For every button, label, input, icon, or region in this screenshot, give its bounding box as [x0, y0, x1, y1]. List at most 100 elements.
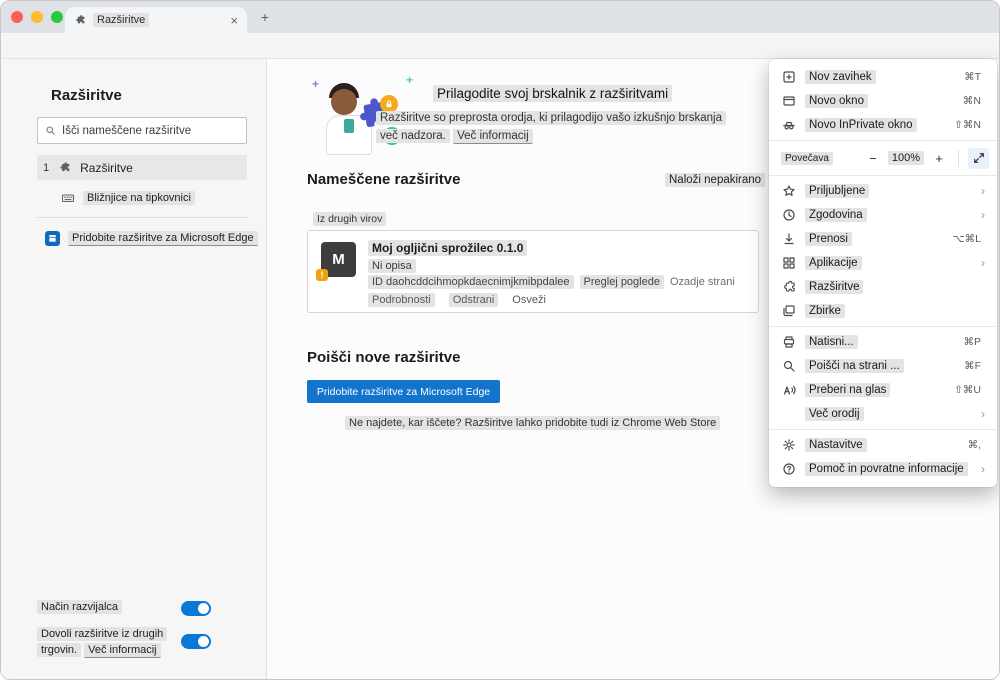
- puzzle-icon: [58, 161, 71, 174]
- reload-extension-button[interactable]: Osveži: [512, 294, 546, 306]
- print-icon: [781, 335, 796, 350]
- menu-item-favorites[interactable]: Priljubljene ›: [769, 179, 997, 203]
- menu-item-help-feedback[interactable]: Pomoč in povratne informacije ›: [769, 457, 997, 481]
- menu-item-print[interactable]: Natisni... ⌘P: [769, 330, 997, 354]
- read-aloud-icon: [781, 383, 796, 398]
- find-extensions-heading: Poišči nove razširitve: [307, 349, 461, 366]
- menu-item-history[interactable]: Zgodovina ›: [769, 203, 997, 227]
- tab-strip: Razširitve × +: [1, 1, 999, 33]
- minimize-window-button[interactable]: [31, 11, 43, 23]
- menu-item-downloads[interactable]: Prenosi ⌥⌘L: [769, 227, 997, 251]
- menu-divider: [769, 140, 997, 141]
- apps-grid-icon: [781, 256, 796, 271]
- allow-other-stores-toggle[interactable]: [181, 634, 211, 649]
- find-magnifier-icon: [781, 359, 796, 374]
- tab-close-icon[interactable]: ×: [230, 14, 238, 27]
- sidebar-divider: [37, 217, 247, 218]
- sidebar-get-extensions-link[interactable]: Pridobite razširitve za Microsoft Edge: [37, 225, 263, 251]
- sidebar-item-extensions[interactable]: 1 Razširitve: [37, 155, 247, 180]
- zoom-divider: [958, 149, 959, 167]
- allow-other-stores-label-line2: trgovin. Več informacij: [37, 643, 161, 658]
- developer-mode-toggle[interactable]: [181, 601, 211, 616]
- more-tools-spacer: [781, 407, 796, 422]
- close-window-button[interactable]: [11, 11, 23, 23]
- store-bag-icon: [45, 230, 60, 246]
- sidebar-title: Razširitve: [51, 87, 122, 104]
- installed-extensions-heading: Nameščene razširitve: [307, 171, 461, 188]
- extensions-count: 1: [43, 161, 50, 174]
- extension-actions: Podrobnosti Odstrani Osveži: [368, 293, 546, 307]
- new-tab-button[interactable]: +: [256, 9, 274, 27]
- get-extensions-label: Pridobite razširitve za Microsoft Edge: [68, 230, 258, 246]
- extension-description: Ni opisa: [368, 259, 416, 273]
- menu-item-new-inprivate-window[interactable]: Novo InPrivate okno ⇧⌘N: [769, 113, 997, 137]
- maximize-window-button[interactable]: [51, 11, 63, 23]
- extension-name: Moj ogljični sprožilec 0.1.0: [368, 240, 528, 256]
- hero-description-line1: Razširitve so preprosta orodja, ki prila…: [376, 111, 726, 125]
- search-input[interactable]: [62, 124, 239, 137]
- menu-divider: [769, 326, 997, 327]
- get-extensions-button[interactable]: Pridobite razširitve za Microsoft Edge: [307, 380, 500, 403]
- menu-item-new-window[interactable]: Novo okno ⌘N: [769, 89, 997, 113]
- favorites-star-icon: [781, 184, 796, 199]
- zoom-out-button[interactable]: −: [863, 148, 883, 168]
- search-icon: [46, 126, 55, 135]
- zoom-value: 100%: [887, 151, 924, 165]
- menu-divider: [769, 429, 997, 430]
- menu-item-read-aloud[interactable]: Preberi na glas ⇧⌘U: [769, 378, 997, 402]
- hero-description-line2: več nadzora. Več informacij: [376, 129, 533, 144]
- details-button[interactable]: Podrobnosti: [368, 293, 435, 307]
- load-unpacked-button[interactable]: Naloži nepakirano: [665, 173, 766, 187]
- hero-more-info-link[interactable]: Več informacij: [453, 129, 533, 144]
- extension-id: ID daohcddcihmopkdaecnimjkmibpdalee: [368, 275, 574, 289]
- menu-item-extensions[interactable]: Razširitve: [769, 275, 997, 299]
- window-controls: [11, 11, 63, 23]
- extensions-favicon: [74, 14, 86, 26]
- browser-window: Razširitve × + Edge edge://extensions Ra…: [0, 0, 1000, 680]
- menu-zoom-row: Povečava − 100% +: [769, 144, 997, 172]
- other-sources-label: Iz drugih virov: [313, 212, 387, 226]
- background-page-link[interactable]: Ozadje strani: [670, 276, 735, 288]
- new-window-icon: [781, 94, 796, 109]
- history-clock-icon: [781, 208, 796, 223]
- remove-button[interactable]: Odstrani: [448, 293, 499, 307]
- extensions-sidebar: Razširitve 1 Razširitve Bližnjice na tip…: [1, 59, 267, 679]
- new-tab-icon: [781, 70, 796, 85]
- developer-mode-label: Način razvijalca: [37, 600, 123, 614]
- menu-item-collections[interactable]: Zbirke: [769, 299, 997, 323]
- downloads-icon: [781, 232, 796, 247]
- zoom-in-button[interactable]: +: [929, 148, 949, 168]
- menu-item-more-tools[interactable]: Več orodij ›: [769, 402, 997, 426]
- menu-item-apps[interactable]: Aplikacije ›: [769, 251, 997, 275]
- sparkle-icon: +: [406, 73, 414, 87]
- allow-more-info-link[interactable]: Več informacij: [84, 643, 161, 658]
- chrome-web-store-link[interactable]: Chrome Web Store: [622, 417, 716, 429]
- extension-card: M ! Moj ogljični sprožilec 0.1.0 Ni opis…: [307, 230, 759, 313]
- settings-gear-icon: [781, 438, 796, 453]
- fullscreen-icon[interactable]: [968, 147, 989, 169]
- extensions-puzzle-icon: [781, 280, 796, 295]
- menu-item-new-tab[interactable]: Nov zavihek ⌘T: [769, 65, 997, 89]
- inprivate-icon: [781, 118, 796, 133]
- sidebar-item-keyboard-shortcuts[interactable]: Bližnjice na tipkovnici: [37, 187, 247, 209]
- browser-menu: Nov zavihek ⌘T Novo okno ⌘N Novo InPriva…: [769, 59, 997, 487]
- keyboard-icon: [61, 191, 75, 205]
- allow-other-stores-label-line1: Dovoli razširitve iz drugih: [37, 627, 168, 641]
- keyboard-shortcuts-label: Bližnjice na tipkovnici: [83, 191, 195, 205]
- browser-tab[interactable]: Razširitve ×: [65, 7, 247, 33]
- navigation-toolbar: Edge edge://extensions: [1, 33, 999, 89]
- hero-title: Prilagodite svoj brskalnik z razširitvam…: [433, 85, 673, 102]
- menu-item-settings[interactable]: Nastavitve ⌘,: [769, 433, 997, 457]
- warning-badge-icon: !: [316, 269, 328, 281]
- collections-icon: [781, 304, 796, 319]
- extension-id-row: ID daohcddcihmopkdaecnimjkmibpdalee Preg…: [368, 275, 735, 289]
- chrome-store-note: Ne najdete, kar iščete? Razširitve lahko…: [345, 416, 721, 430]
- menu-divider: [769, 175, 997, 176]
- sidebar-item-label: Razširitve: [80, 160, 133, 175]
- developer-mode-row: Način razvijalca: [37, 600, 123, 614]
- tab-title: Razširitve: [93, 13, 150, 27]
- help-icon: [781, 462, 796, 477]
- sparkle-icon: +: [312, 77, 320, 91]
- menu-item-find-on-page[interactable]: Poišči na strani ... ⌘F: [769, 354, 997, 378]
- search-box[interactable]: [37, 117, 247, 144]
